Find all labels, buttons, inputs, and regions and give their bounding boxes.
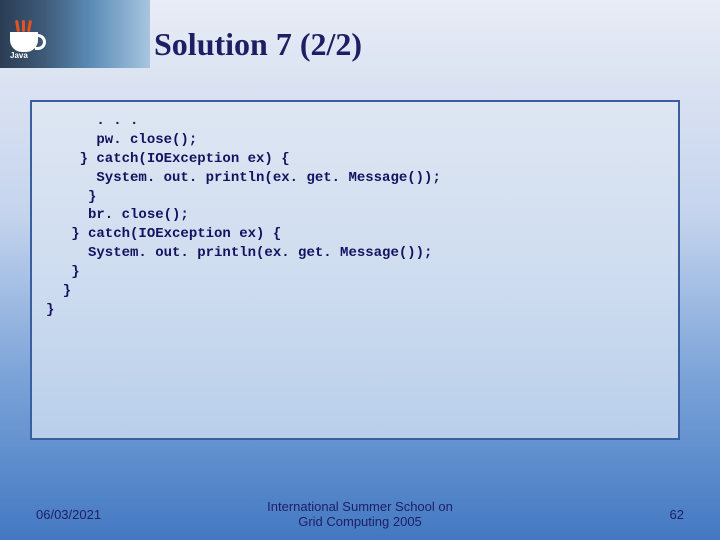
code-line: } catch(IOException ex) { bbox=[46, 225, 664, 244]
header-banner: Java bbox=[0, 0, 150, 68]
code-line: System. out. println(ex. get. Message())… bbox=[46, 244, 664, 263]
footer-date: 06/03/2021 bbox=[36, 507, 101, 522]
code-line: } bbox=[46, 188, 664, 207]
code-line: System. out. println(ex. get. Message())… bbox=[46, 169, 664, 188]
footer-center: International Summer School on Grid Comp… bbox=[267, 499, 453, 530]
footer-center-line2: Grid Computing 2005 bbox=[267, 514, 453, 530]
code-line: } bbox=[46, 301, 664, 320]
code-line: } bbox=[46, 282, 664, 301]
code-block: . . . pw. close(); } catch(IOException e… bbox=[30, 100, 680, 440]
footer-page-number: 62 bbox=[670, 507, 684, 522]
code-line: pw. close(); bbox=[46, 131, 664, 150]
footer-center-line1: International Summer School on bbox=[267, 499, 453, 515]
code-line: } catch(IOException ex) { bbox=[46, 150, 664, 169]
code-line: } bbox=[46, 263, 664, 282]
code-line: br. close(); bbox=[46, 206, 664, 225]
code-line: . . . bbox=[46, 112, 664, 131]
slide-title: Solution 7 (2/2) bbox=[154, 26, 362, 63]
java-logo-icon: Java bbox=[8, 20, 44, 60]
